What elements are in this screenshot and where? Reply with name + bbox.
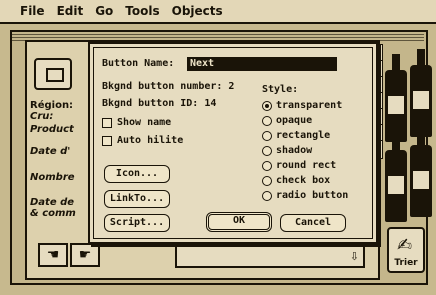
style-radio-radio-button[interactable]: radio button	[262, 190, 348, 201]
wine-bottle-icon	[385, 134, 407, 222]
button-info-dialog: Button Name: Next Bkgnd button number: 2…	[88, 42, 378, 244]
script-button[interactable]: Script...	[104, 214, 170, 232]
menu-edit[interactable]: Edit	[57, 4, 84, 18]
radio-icon	[262, 190, 272, 201]
pointing-hand-left-icon[interactable]: ☚	[38, 243, 68, 267]
style-label: Style:	[262, 84, 299, 95]
button-name-label: Button Name:	[102, 58, 175, 69]
bkgnd-id-text: Bkgnd button ID: 14	[102, 98, 217, 109]
pointing-hand-right-icon[interactable]: ☛	[70, 243, 100, 267]
card-label-comm: & comm	[30, 208, 76, 219]
style-option-label: rectangle	[276, 130, 331, 141]
radio-icon	[262, 160, 272, 171]
radio-icon	[262, 145, 272, 156]
show-name-label: Show name	[117, 117, 172, 128]
style-option-label: check box	[276, 175, 331, 186]
cancel-button[interactable]: Cancel	[280, 214, 346, 232]
card-label-product: Product	[30, 124, 74, 135]
auto-hilite-checkbox[interactable]: Auto hilite	[102, 135, 183, 146]
menu-go[interactable]: Go	[95, 4, 113, 18]
linkto-button[interactable]: LinkTo...	[104, 190, 170, 208]
style-radio-check-box[interactable]: check box	[262, 175, 330, 186]
radio-icon	[262, 130, 272, 141]
home-icon[interactable]	[34, 58, 72, 90]
card-label-nombre: Nombre	[30, 172, 75, 183]
style-option-label: round rect	[276, 160, 337, 171]
menu-bar: File Edit Go Tools Objects	[0, 0, 436, 24]
auto-hilite-label: Auto hilite	[117, 135, 184, 146]
checkbox-icon	[102, 135, 112, 146]
card-label-cru: Cru:	[30, 111, 54, 122]
style-radio-opaque[interactable]: opaque	[262, 115, 312, 126]
scroll-down-arrow-icon[interactable]: ⇩	[350, 250, 359, 263]
style-radio-transparent[interactable]: transparent	[262, 100, 342, 111]
bkgnd-number-text: Bkgnd button number: 2	[102, 81, 235, 92]
trier-label: Trier	[394, 258, 418, 268]
menu-objects[interactable]: Objects	[172, 4, 223, 18]
ok-button[interactable]: OK	[206, 212, 272, 232]
style-radio-shadow[interactable]: shadow	[262, 145, 312, 156]
menu-file[interactable]: File	[20, 4, 45, 18]
trier-button[interactable]: ✍ Trier	[387, 227, 425, 273]
card-label-date-de: Date de	[30, 197, 75, 208]
radio-icon	[262, 175, 272, 186]
style-option-label: opaque	[276, 115, 313, 126]
menu-tools[interactable]: Tools	[125, 4, 159, 18]
show-name-checkbox[interactable]: Show name	[102, 117, 171, 128]
icon-button[interactable]: Icon...	[104, 165, 170, 183]
style-option-label: radio button	[276, 190, 349, 201]
radio-selected-icon	[262, 100, 272, 111]
sort-hand-icon: ✍	[397, 235, 413, 256]
wine-bottle-icon	[410, 129, 432, 217]
style-radio-round-rect[interactable]: round rect	[262, 160, 336, 171]
wine-bottle-icon	[385, 54, 407, 142]
style-option-label: shadow	[276, 145, 313, 156]
style-radio-rectangle[interactable]: rectangle	[262, 130, 330, 141]
style-option-label: transparent	[276, 100, 343, 111]
radio-icon	[262, 115, 272, 126]
button-name-field[interactable]: Next	[187, 57, 337, 71]
card-label-date: Date d'	[30, 146, 71, 157]
card-label-region: Région:	[30, 100, 74, 111]
scroll-field[interactable]: ⇩	[175, 244, 365, 268]
wine-bottle-icon	[410, 49, 432, 137]
checkbox-icon	[102, 117, 112, 128]
